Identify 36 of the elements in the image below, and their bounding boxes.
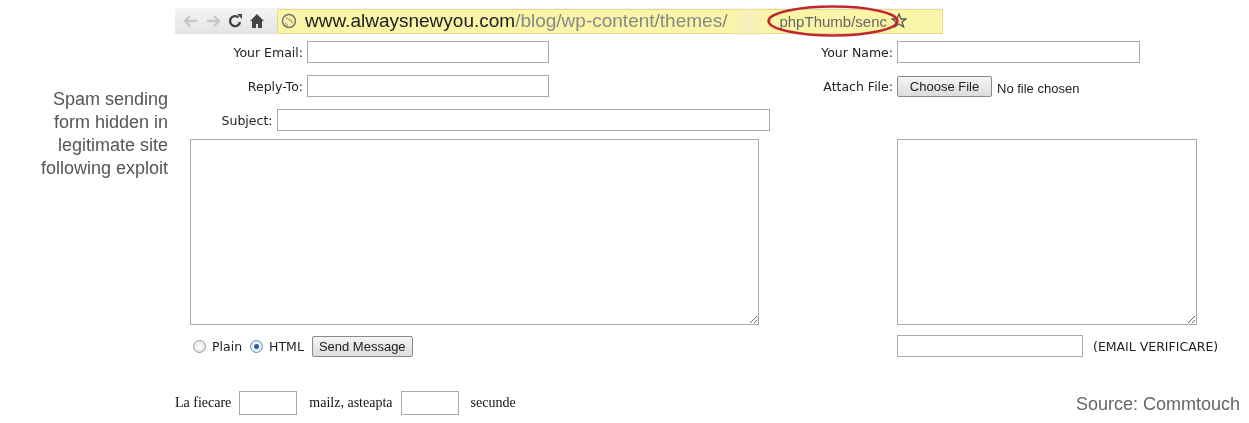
send-message-button[interactable]: Send Message xyxy=(311,335,413,357)
field-label: Attach File: xyxy=(822,78,893,94)
address-bar[interactable]: www.alwaysnewyou.com/blog/wp-content/themes/ phpThumb/senc xyxy=(277,8,943,34)
source-credit: Source: Commtouch xyxy=(1075,394,1240,415)
star-icon[interactable] xyxy=(891,13,907,29)
input-field[interactable] xyxy=(307,75,549,97)
radio-button[interactable] xyxy=(193,339,206,353)
radio-button[interactable] xyxy=(250,339,264,353)
input-field[interactable] xyxy=(400,391,459,415)
reload-icon[interactable] xyxy=(227,13,243,29)
choose-file-button[interactable]: Choose File xyxy=(897,75,992,97)
field-label: Reply-To: xyxy=(246,78,303,94)
highlight-ellipse[interactable] xyxy=(767,5,900,37)
caption-text: Spam sending form hidden in legitimate site following exploit xyxy=(39,88,168,180)
globe-icon[interactable] xyxy=(281,13,297,29)
blur-patch xyxy=(733,9,766,33)
field-label: Your Email: xyxy=(232,44,303,60)
option-label: Plain xyxy=(212,338,243,354)
back-icon[interactable] xyxy=(183,13,199,29)
option-label: HTML xyxy=(269,338,304,354)
input-field[interactable] xyxy=(897,335,1083,357)
input-field[interactable] xyxy=(276,109,770,131)
home-icon[interactable] xyxy=(249,13,265,29)
url-text: phpThumb/senc xyxy=(779,12,887,30)
input-field[interactable] xyxy=(307,41,549,63)
field-label: Your Name: xyxy=(820,44,893,60)
delay-text: secunde xyxy=(470,395,516,411)
url-text: www.alwaysnewyou.com/blog/wp-content/themes/ xyxy=(305,10,728,32)
delay-text: La fiecare xyxy=(175,395,232,411)
field-label: Subject: xyxy=(220,112,273,128)
file-status-text: No file chosen xyxy=(997,80,1080,96)
input-field[interactable] xyxy=(239,391,298,415)
forward-icon[interactable] xyxy=(205,13,221,29)
input-field[interactable] xyxy=(897,41,1140,63)
verify-label: (EMAIL VERIFICARE) xyxy=(1093,338,1219,354)
delay-text: mailz, asteapta xyxy=(309,395,393,411)
